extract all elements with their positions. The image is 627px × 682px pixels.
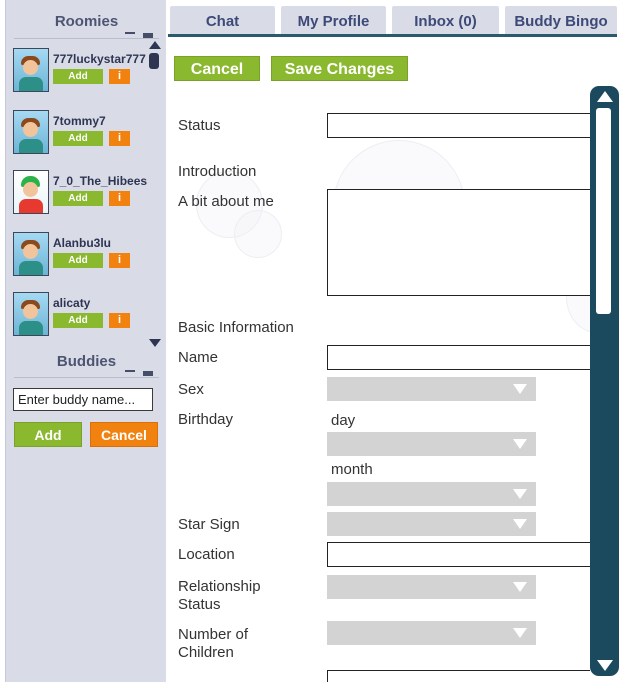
save-changes-button[interactable]: Save Changes: [271, 56, 408, 81]
dropdown-arrow-icon: [513, 384, 527, 394]
relationship-status-select[interactable]: [327, 575, 536, 599]
buddy-name-input[interactable]: [13, 388, 153, 411]
roomies-title: Roomies: [54, 13, 119, 30]
maximize-icon[interactable]: [143, 33, 153, 38]
dropdown-arrow-icon: [513, 582, 527, 592]
boy-avatar-icon[interactable]: [13, 48, 49, 92]
star-sign-label: Star Sign: [178, 516, 240, 533]
next-field-input[interactable]: [327, 670, 590, 682]
info-button[interactable]: i: [109, 131, 130, 146]
form-scrollbar[interactable]: [590, 86, 619, 676]
buddies-header: Buddies: [14, 348, 159, 378]
maximize-icon[interactable]: [143, 371, 153, 376]
tab-divider: [168, 34, 617, 37]
roomie-item[interactable]: alicaty Add i: [13, 292, 151, 340]
add-roomie-button[interactable]: Add: [53, 69, 103, 84]
add-roomie-button[interactable]: Add: [53, 191, 103, 206]
background-decoration: [234, 210, 282, 258]
month-label: month: [331, 461, 373, 478]
roomie-item[interactable]: 7tommy7 Add i: [13, 110, 151, 158]
about-me-label: A bit about me: [178, 193, 274, 210]
day-label: day: [331, 412, 356, 429]
scroll-down-icon[interactable]: [597, 660, 613, 671]
tab-bar: Chat My Profile Inbox (0) Buddy Bingo: [168, 6, 627, 36]
minimize-icon[interactable]: [125, 32, 135, 34]
star-sign-select[interactable]: [327, 512, 536, 536]
roomie-username[interactable]: 7tommy7: [53, 114, 106, 128]
profile-form: Status Introduction A bit about me Basic…: [168, 86, 590, 682]
add-roomie-button[interactable]: Add: [53, 131, 103, 146]
status-label: Status: [178, 117, 221, 134]
boy-avatar-icon[interactable]: [13, 110, 49, 154]
roomies-scroll-down-icon[interactable]: [149, 339, 161, 347]
info-button[interactable]: i: [109, 191, 130, 206]
roomie-username[interactable]: 7_0_The_Hibees: [53, 174, 147, 188]
sex-label: Sex: [178, 381, 204, 398]
add-roomie-button[interactable]: Add: [53, 313, 103, 328]
roomie-item[interactable]: Alanbu3lu Add i: [13, 232, 151, 280]
sidebar: Roomies 777luckystar777 Add i 7tommy7 Ad…: [5, 0, 166, 682]
name-input[interactable]: [327, 345, 590, 370]
location-label: Location: [178, 546, 235, 563]
roomie-item[interactable]: 777luckystar777 Add i: [13, 48, 151, 96]
boy-avatar-icon[interactable]: [13, 232, 49, 276]
name-label: Name: [178, 349, 219, 366]
basic-information-heading: Basic Information: [178, 319, 294, 336]
scroll-thumb[interactable]: [596, 108, 611, 314]
location-input[interactable]: [327, 542, 590, 567]
roomie-username[interactable]: alicaty: [53, 296, 90, 310]
scroll-up-icon[interactable]: [597, 91, 613, 102]
number-of-children-select[interactable]: [327, 621, 536, 645]
birthday-label: Birthday: [178, 411, 234, 428]
about-me-textarea[interactable]: [327, 189, 590, 296]
roomies-scroll-up-icon[interactable]: [149, 41, 161, 49]
tab-inbox[interactable]: Inbox (0): [392, 6, 499, 34]
day-select[interactable]: [327, 432, 536, 456]
introduction-heading: Introduction: [178, 163, 257, 180]
roomies-list: 777luckystar777 Add i 7tommy7 Add i 7_0_…: [13, 48, 151, 344]
relationship-status-label: Relationship Status: [178, 578, 261, 613]
tab-chat[interactable]: Chat: [170, 6, 275, 34]
roomie-username[interactable]: 777luckystar777: [53, 52, 146, 66]
dropdown-arrow-icon: [513, 628, 527, 638]
month-select[interactable]: [327, 482, 536, 506]
roomie-item[interactable]: 7_0_The_Hibees Add i: [13, 170, 151, 218]
info-button[interactable]: i: [109, 69, 130, 84]
roomie-username[interactable]: Alanbu3lu: [53, 236, 111, 250]
info-button[interactable]: i: [109, 253, 130, 268]
clown-avatar-icon[interactable]: [13, 170, 49, 214]
add-roomie-button[interactable]: Add: [53, 253, 103, 268]
roomies-scroll-thumb[interactable]: [149, 53, 159, 69]
roomies-header: Roomies: [14, 10, 159, 39]
add-buddy-button[interactable]: Add: [14, 422, 82, 447]
tab-buddy-bingo[interactable]: Buddy Bingo: [505, 6, 617, 34]
number-of-children-label: Number of Children: [178, 626, 249, 661]
cancel-button[interactable]: Cancel: [174, 56, 260, 81]
boy-avatar-icon[interactable]: [13, 292, 49, 336]
tab-my-profile[interactable]: My Profile: [281, 6, 386, 34]
dropdown-arrow-icon: [513, 519, 527, 529]
dropdown-arrow-icon: [513, 489, 527, 499]
dropdown-arrow-icon: [513, 439, 527, 449]
info-button[interactable]: i: [109, 313, 130, 328]
sex-select[interactable]: [327, 377, 536, 401]
minimize-icon[interactable]: [125, 370, 135, 372]
status-input[interactable]: [327, 113, 590, 138]
cancel-buddy-button[interactable]: Cancel: [90, 422, 158, 447]
buddies-title: Buddies: [56, 353, 117, 370]
